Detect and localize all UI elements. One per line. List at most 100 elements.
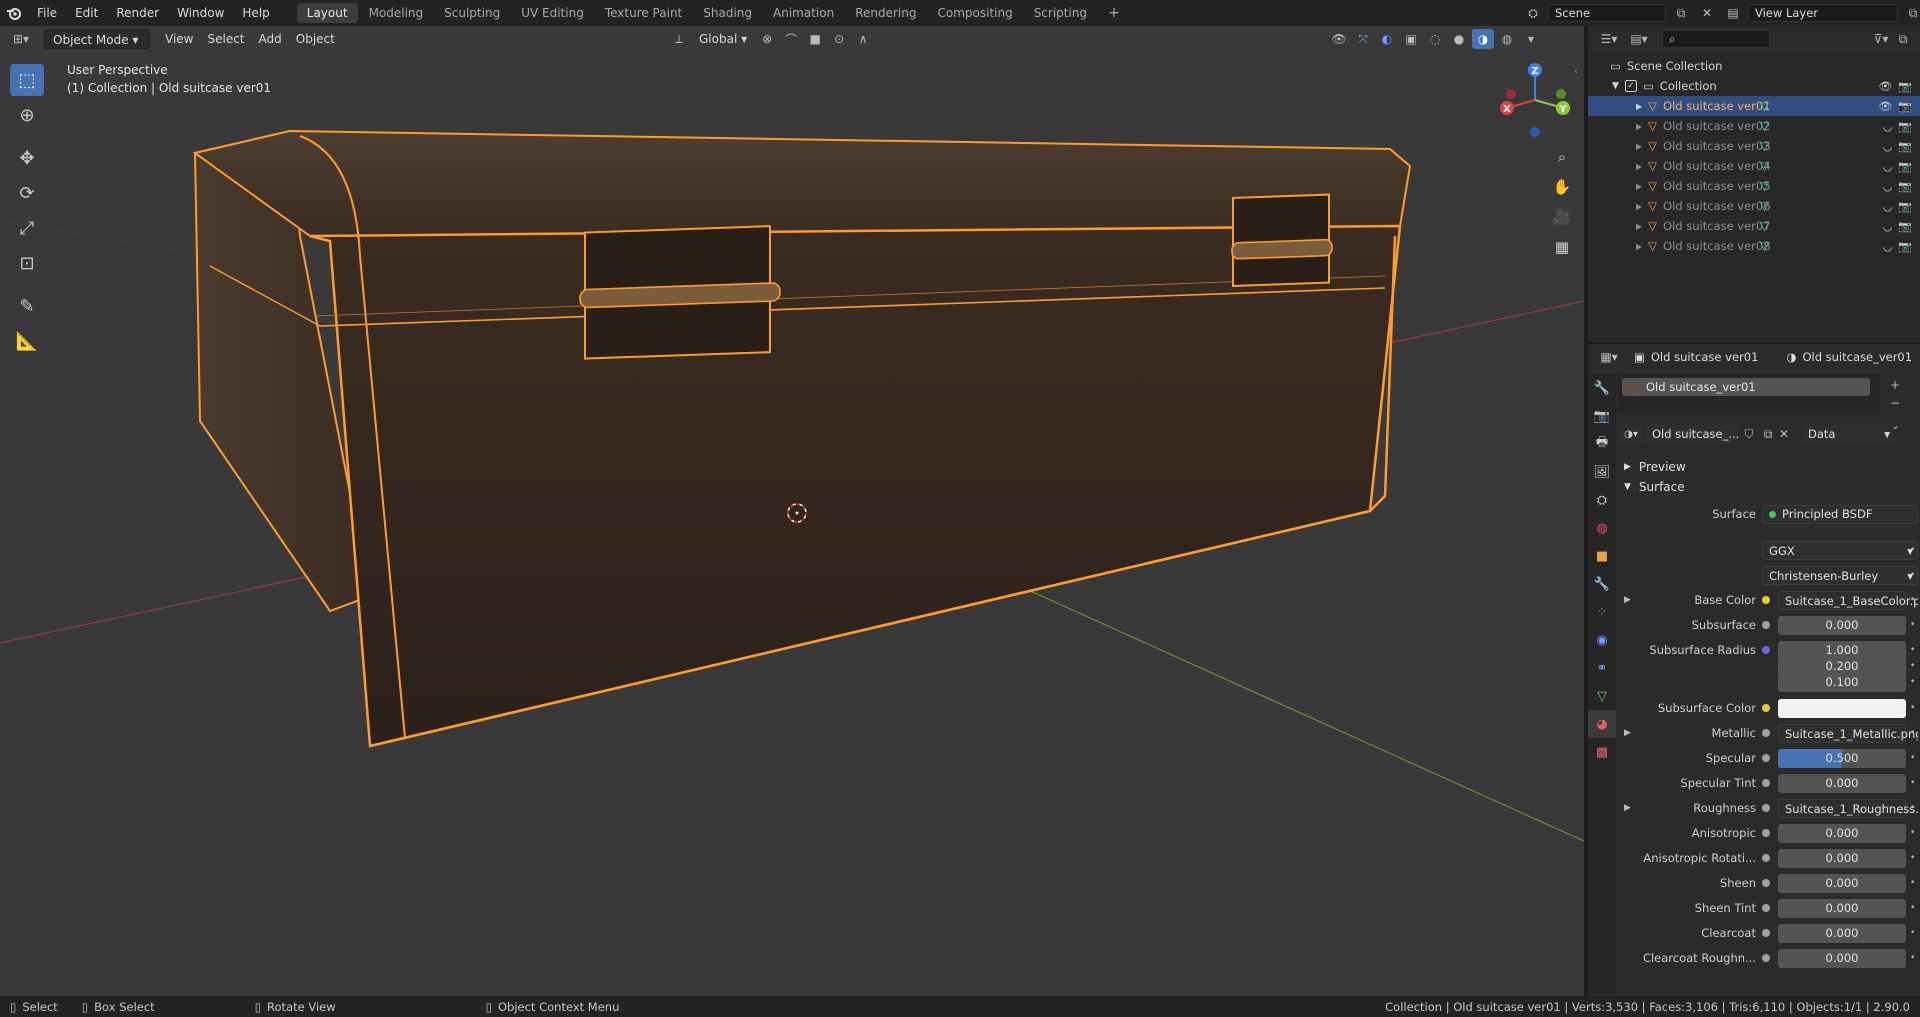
menu-add[interactable]: Add <box>252 29 289 49</box>
menu-edit[interactable]: Edit <box>66 2 107 24</box>
expand-input-icon[interactable]: ▶ <box>1624 803 1631 813</box>
mode-dropdown[interactable]: Object Mode ▾ <box>44 29 150 49</box>
expand-arrow-icon[interactable]: ▶ <box>1636 102 1642 111</box>
falloff-icon[interactable]: ∧ <box>852 29 874 49</box>
input-socket-icon[interactable] <box>1762 954 1770 962</box>
navigation-gizmo[interactable]: Z Y X <box>1495 60 1575 140</box>
input-socket-icon[interactable] <box>1762 596 1770 604</box>
sidebar-toggle-icon[interactable]: ‹ <box>1574 66 1578 77</box>
object-render-icon[interactable]: 📷 <box>1898 240 1912 253</box>
outliner-search-input[interactable]: ⌕ <box>1662 30 1770 48</box>
menu-select[interactable]: Select <box>200 29 251 49</box>
input-socket-icon[interactable] <box>1762 829 1770 837</box>
tab-sculpting[interactable]: Sculpting <box>434 3 510 23</box>
keyframe-dot-icon[interactable]: • <box>1910 753 1915 763</box>
view-layer-field[interactable]: View Layer <box>1748 4 1898 22</box>
new-view-layer-icon[interactable]: ⧉ <box>1902 3 1920 23</box>
input-value-field[interactable]: 0.000 <box>1778 898 1906 918</box>
collection-render-icon[interactable]: 📷 <box>1898 80 1912 93</box>
input-value-field[interactable]: 0.000 <box>1778 823 1906 843</box>
physics-tab-icon[interactable]: ◉ <box>1588 626 1616 654</box>
filter-icon[interactable]: ⊽▾ <box>1870 29 1892 49</box>
tab-texture-paint[interactable]: Texture Paint <box>595 3 692 23</box>
input-value-field[interactable]: 0.000 <box>1778 615 1906 635</box>
menu-file[interactable]: File <box>28 2 66 24</box>
scene-collection-row[interactable]: ▭ Scene Collection <box>1588 56 1920 76</box>
cursor-tool-icon[interactable]: ⊕ <box>10 99 44 131</box>
keyframe-dot-icon[interactable]: • <box>1910 828 1915 838</box>
tab-rendering[interactable]: Rendering <box>845 3 926 23</box>
outliner-object-row[interactable]: ▶ ▽ Old suitcase ver08 ▽ ◡ 📷 <box>1588 236 1920 256</box>
outliner-object-row[interactable]: ▶ ▽ Old suitcase ver01 ▽ 👁 📷 <box>1588 96 1920 116</box>
wireframe-shading-icon[interactable]: ◌ <box>1424 29 1446 49</box>
menu-render[interactable]: Render <box>107 2 168 24</box>
expand-arrow-icon[interactable]: ▶ <box>1636 182 1642 191</box>
object-visibility-icon[interactable]: ◡ <box>1883 180 1893 193</box>
object-render-icon[interactable]: 📷 <box>1898 140 1912 153</box>
outliner-object-row[interactable]: ▶ ▽ Old suitcase ver04 ▽ ◡ 📷 <box>1588 156 1920 176</box>
data-tab-icon[interactable]: ▽ <box>1588 682 1616 710</box>
input-value-field[interactable]: 0.100 <box>1778 672 1906 692</box>
mesh-data-icon[interactable]: ▽ <box>1760 139 1769 153</box>
proportional-edit-icon[interactable]: ⊙ <box>828 29 850 49</box>
input-socket-icon[interactable] <box>1762 754 1770 762</box>
link-dropdown[interactable]: Data ▾ <box>1802 425 1894 443</box>
rotate-tool-icon[interactable]: ⟳ <box>10 177 44 209</box>
keyframe-dot-icon[interactable]: • <box>1910 878 1915 888</box>
properties-editor-type-icon[interactable]: ▦▾ <box>1598 347 1620 367</box>
input-socket-icon[interactable] <box>1762 779 1770 787</box>
keyframe-dot-icon[interactable]: • <box>1910 903 1915 913</box>
collection-row[interactable]: ▼ ✓ ▭ Collection 👁 📷 <box>1588 76 1920 96</box>
expand-arrow-icon[interactable]: ▶ <box>1636 122 1642 131</box>
object-visibility-icon[interactable]: 👁 <box>1878 100 1892 113</box>
input-value-field[interactable]: 0.000 <box>1778 923 1906 943</box>
shading-options-icon[interactable]: ▾ <box>1520 29 1542 49</box>
material-name-field[interactable]: Old suitcase_... <box>1646 425 1738 443</box>
outliner-object-row[interactable]: ▶ ▽ Old suitcase ver06 ▽ ◡ 📷 <box>1588 196 1920 216</box>
select-box-tool-icon[interactable]: ⬚ <box>10 64 44 96</box>
collection-visibility-icon[interactable]: 👁 <box>1878 80 1892 93</box>
input-socket-icon[interactable] <box>1762 804 1770 812</box>
object-tab-icon[interactable]: ■ <box>1588 542 1616 570</box>
menu-object[interactable]: Object <box>289 29 342 49</box>
mesh-data-icon[interactable]: ▽ <box>1760 219 1769 233</box>
add-slot-button[interactable]: + <box>1890 376 1900 394</box>
input-socket-icon[interactable] <box>1762 729 1770 737</box>
object-visibility-icon[interactable]: ◡ <box>1883 240 1893 253</box>
outliner-object-row[interactable]: ▶ ▽ Old suitcase ver03 ▽ ◡ 📷 <box>1588 136 1920 156</box>
tab-animation[interactable]: Animation <box>763 3 844 23</box>
new-collection-icon[interactable]: ⧉ <box>1892 29 1914 49</box>
tab-layout[interactable]: Layout <box>296 3 358 23</box>
outliner-object-row[interactable]: ▶ ▽ Old suitcase ver05 ▽ ◡ 📷 <box>1588 176 1920 196</box>
view-layer-icon[interactable]: ▤ <box>1722 3 1744 23</box>
material-tab-icon[interactable]: ◕ <box>1588 710 1616 738</box>
keyframe-dot-icon[interactable]: • <box>1910 853 1915 863</box>
tool-tab-icon[interactable]: 🔧 <box>1588 374 1616 402</box>
input-value-field[interactable]: Suitcase_1_Roughness.png <box>1778 798 1918 818</box>
annotate-tool-icon[interactable]: ✎ <box>10 290 44 322</box>
snap-target-icon[interactable]: ■ <box>804 29 826 49</box>
scale-tool-icon[interactable]: ⤢ <box>10 212 44 244</box>
pivot-icon[interactable]: ⊗ <box>756 29 778 49</box>
mesh-data-icon[interactable]: ▽ <box>1760 239 1769 253</box>
menu-help[interactable]: Help <box>233 2 278 24</box>
visibility-icon[interactable]: 👁 <box>1328 29 1350 49</box>
tab-uv-editing[interactable]: UV Editing <box>511 3 594 23</box>
input-value-field[interactable]: 0.500 <box>1778 748 1906 768</box>
outliner-object-row[interactable]: ▶ ▽ Old suitcase ver02 ▽ ◡ 📷 <box>1588 116 1920 136</box>
expand-arrow-icon[interactable]: ▶ <box>1636 242 1642 251</box>
distribution-keyframe-icon[interactable]: • <box>1910 545 1915 555</box>
object-visibility-icon[interactable]: ◡ <box>1883 200 1893 213</box>
mesh-data-icon[interactable]: ▽ <box>1760 179 1769 193</box>
render-tab-icon[interactable]: 📷 <box>1588 402 1616 430</box>
tab-scripting[interactable]: Scripting <box>1024 3 1097 23</box>
input-socket-icon[interactable] <box>1762 854 1770 862</box>
material-slot-list[interactable]: Old suitcase_ver01 <box>1618 374 1880 412</box>
material-slot-row[interactable]: Old suitcase_ver01 <box>1622 378 1870 396</box>
modifier-tab-icon[interactable]: 🔧 <box>1588 570 1616 598</box>
camera-view-icon[interactable]: 🎥 <box>1549 204 1575 230</box>
object-render-icon[interactable]: 📷 <box>1898 220 1912 233</box>
add-workspace-button[interactable]: + <box>1098 3 1130 23</box>
object-render-icon[interactable]: 📷 <box>1898 160 1912 173</box>
snap-icon[interactable]: ⌒ <box>780 29 802 49</box>
